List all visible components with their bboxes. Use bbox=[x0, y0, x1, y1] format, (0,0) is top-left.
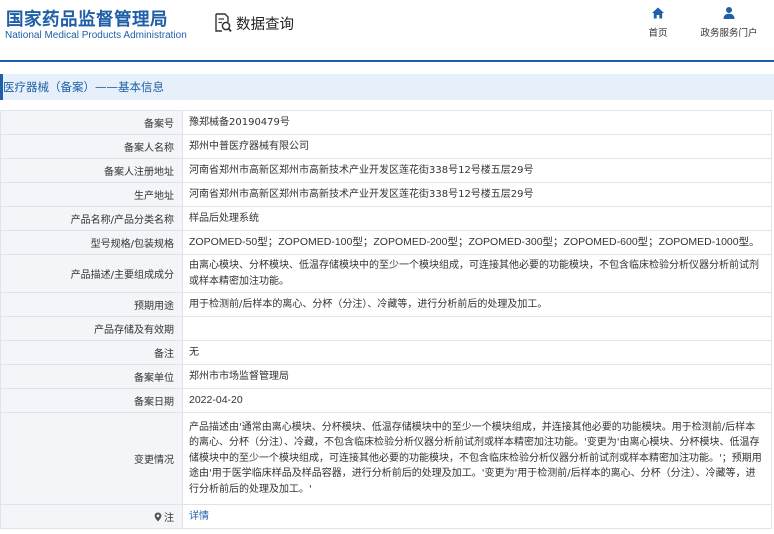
nav-gov-portal[interactable]: 政务服务门户 bbox=[694, 6, 764, 39]
row-value: 产品描述由'通常由离心模块、分杯模块、低温存储模块中的至少一个模块组成，并连接其… bbox=[182, 412, 772, 505]
row-value: 详情 bbox=[182, 504, 772, 529]
section-title: 医疗器械（备案）——基本信息 bbox=[3, 80, 164, 94]
site-logo-subtitle: National Medical Products Administration bbox=[5, 30, 187, 41]
table-row-storage-validity: 产品存储及有效期 bbox=[0, 316, 772, 341]
nav-home[interactable]: 首页 bbox=[642, 6, 674, 39]
row-label: 备案单位 bbox=[0, 364, 183, 389]
row-value: 2022-04-20 bbox=[182, 388, 772, 413]
table-row-change-history: 变更情况 产品描述由'通常由离心模块、分杯模块、低温存储模块中的至少一个模块组成… bbox=[0, 412, 772, 505]
site-logo-title[interactable]: 国家药品监督管理局 bbox=[6, 6, 168, 31]
row-value: 无 bbox=[182, 340, 772, 365]
row-label: 备案号 bbox=[0, 110, 183, 135]
row-value: ZOPOMED-50型；ZOPOMED-100型；ZOPOMED-200型；ZO… bbox=[182, 230, 772, 255]
row-label: 生产地址 bbox=[0, 182, 183, 207]
table-row-filer-address: 备案人注册地址 河南省郑州市高新区郑州市高新技术产业开发区莲花街338号12号楼… bbox=[0, 158, 772, 183]
row-label: 产品描述/主要组成成分 bbox=[0, 254, 183, 293]
row-label-note: 注 bbox=[0, 504, 183, 529]
data-query-label: 数据查询 bbox=[236, 16, 294, 33]
table-row-filing-unit: 备案单位 郑州市市场监督管理局 bbox=[0, 364, 772, 389]
table-row-product-description: 产品描述/主要组成成分 由离心模块、分杯模块、低温存储模块中的至少一个模块组成，… bbox=[0, 254, 772, 293]
header-divider bbox=[0, 60, 774, 62]
row-value: 由离心模块、分杯模块、低温存储模块中的至少一个模块组成，可连接其他必要的功能模块… bbox=[182, 254, 772, 293]
row-value: 郑州市市场监督管理局 bbox=[182, 364, 772, 389]
location-pin-icon bbox=[154, 512, 162, 522]
row-label: 变更情况 bbox=[0, 412, 183, 505]
nav-home-label: 首页 bbox=[648, 28, 668, 39]
table-row-note: 注 详情 bbox=[0, 504, 772, 529]
table-row-model-spec: 型号规格/包装规格 ZOPOMED-50型；ZOPOMED-100型；ZOPOM… bbox=[0, 230, 772, 255]
device-info-table: 备案号 豫郑械备20190479号 备案人名称 郑州中普医疗器械有限公司 备案人… bbox=[0, 110, 772, 529]
table-row-production-address: 生产地址 河南省郑州市高新区郑州市高新技术产业开发区莲花街338号12号楼五层2… bbox=[0, 182, 772, 207]
row-label: 备注 bbox=[0, 340, 183, 365]
row-label: 备案日期 bbox=[0, 388, 183, 413]
user-icon bbox=[723, 7, 735, 19]
table-row-product-name: 产品名称/产品分类名称 样品后处理系统 bbox=[0, 206, 772, 231]
search-document-icon bbox=[215, 13, 232, 33]
row-label: 型号规格/包装规格 bbox=[0, 230, 183, 255]
row-value: 河南省郑州市高新区郑州市高新技术产业开发区莲花街338号12号楼五层29号 bbox=[182, 182, 772, 207]
section-header: 医疗器械（备案）——基本信息 bbox=[0, 74, 774, 100]
row-value: 河南省郑州市高新区郑州市高新技术产业开发区莲花街338号12号楼五层29号 bbox=[182, 158, 772, 183]
table-row-filing-date: 备案日期 2022-04-20 bbox=[0, 388, 772, 413]
row-label: 备案人注册地址 bbox=[0, 158, 183, 183]
row-value: 郑州中普医疗器械有限公司 bbox=[182, 134, 772, 159]
details-link[interactable]: 详情 bbox=[189, 511, 209, 522]
table-row-remarks: 备注 无 bbox=[0, 340, 772, 365]
data-query-link[interactable]: 数据查询 bbox=[214, 12, 294, 34]
note-label-text: 注 bbox=[164, 513, 174, 524]
nav-gov-portal-label: 政务服务门户 bbox=[700, 28, 758, 39]
table-row-intended-use: 预期用途 用于检测前/后样本的离心、分杯（分注）、冷藏等，进行分析前后的处理及加… bbox=[0, 292, 772, 317]
site-header: 国家药品监督管理局 National Medical Products Admi… bbox=[0, 0, 774, 58]
row-label: 备案人名称 bbox=[0, 134, 183, 159]
row-value bbox=[182, 316, 772, 341]
table-row-record-number: 备案号 豫郑械备20190479号 bbox=[0, 110, 772, 135]
row-label: 产品存储及有效期 bbox=[0, 316, 183, 341]
row-value: 豫郑械备20190479号 bbox=[182, 110, 772, 135]
home-icon bbox=[652, 7, 664, 19]
table-row-filer-name: 备案人名称 郑州中普医疗器械有限公司 bbox=[0, 134, 772, 159]
row-value: 用于检测前/后样本的离心、分杯（分注）、冷藏等，进行分析前后的处理及加工。 bbox=[182, 292, 772, 317]
row-label: 预期用途 bbox=[0, 292, 183, 317]
row-value: 样品后处理系统 bbox=[182, 206, 772, 231]
row-label: 产品名称/产品分类名称 bbox=[0, 206, 183, 231]
